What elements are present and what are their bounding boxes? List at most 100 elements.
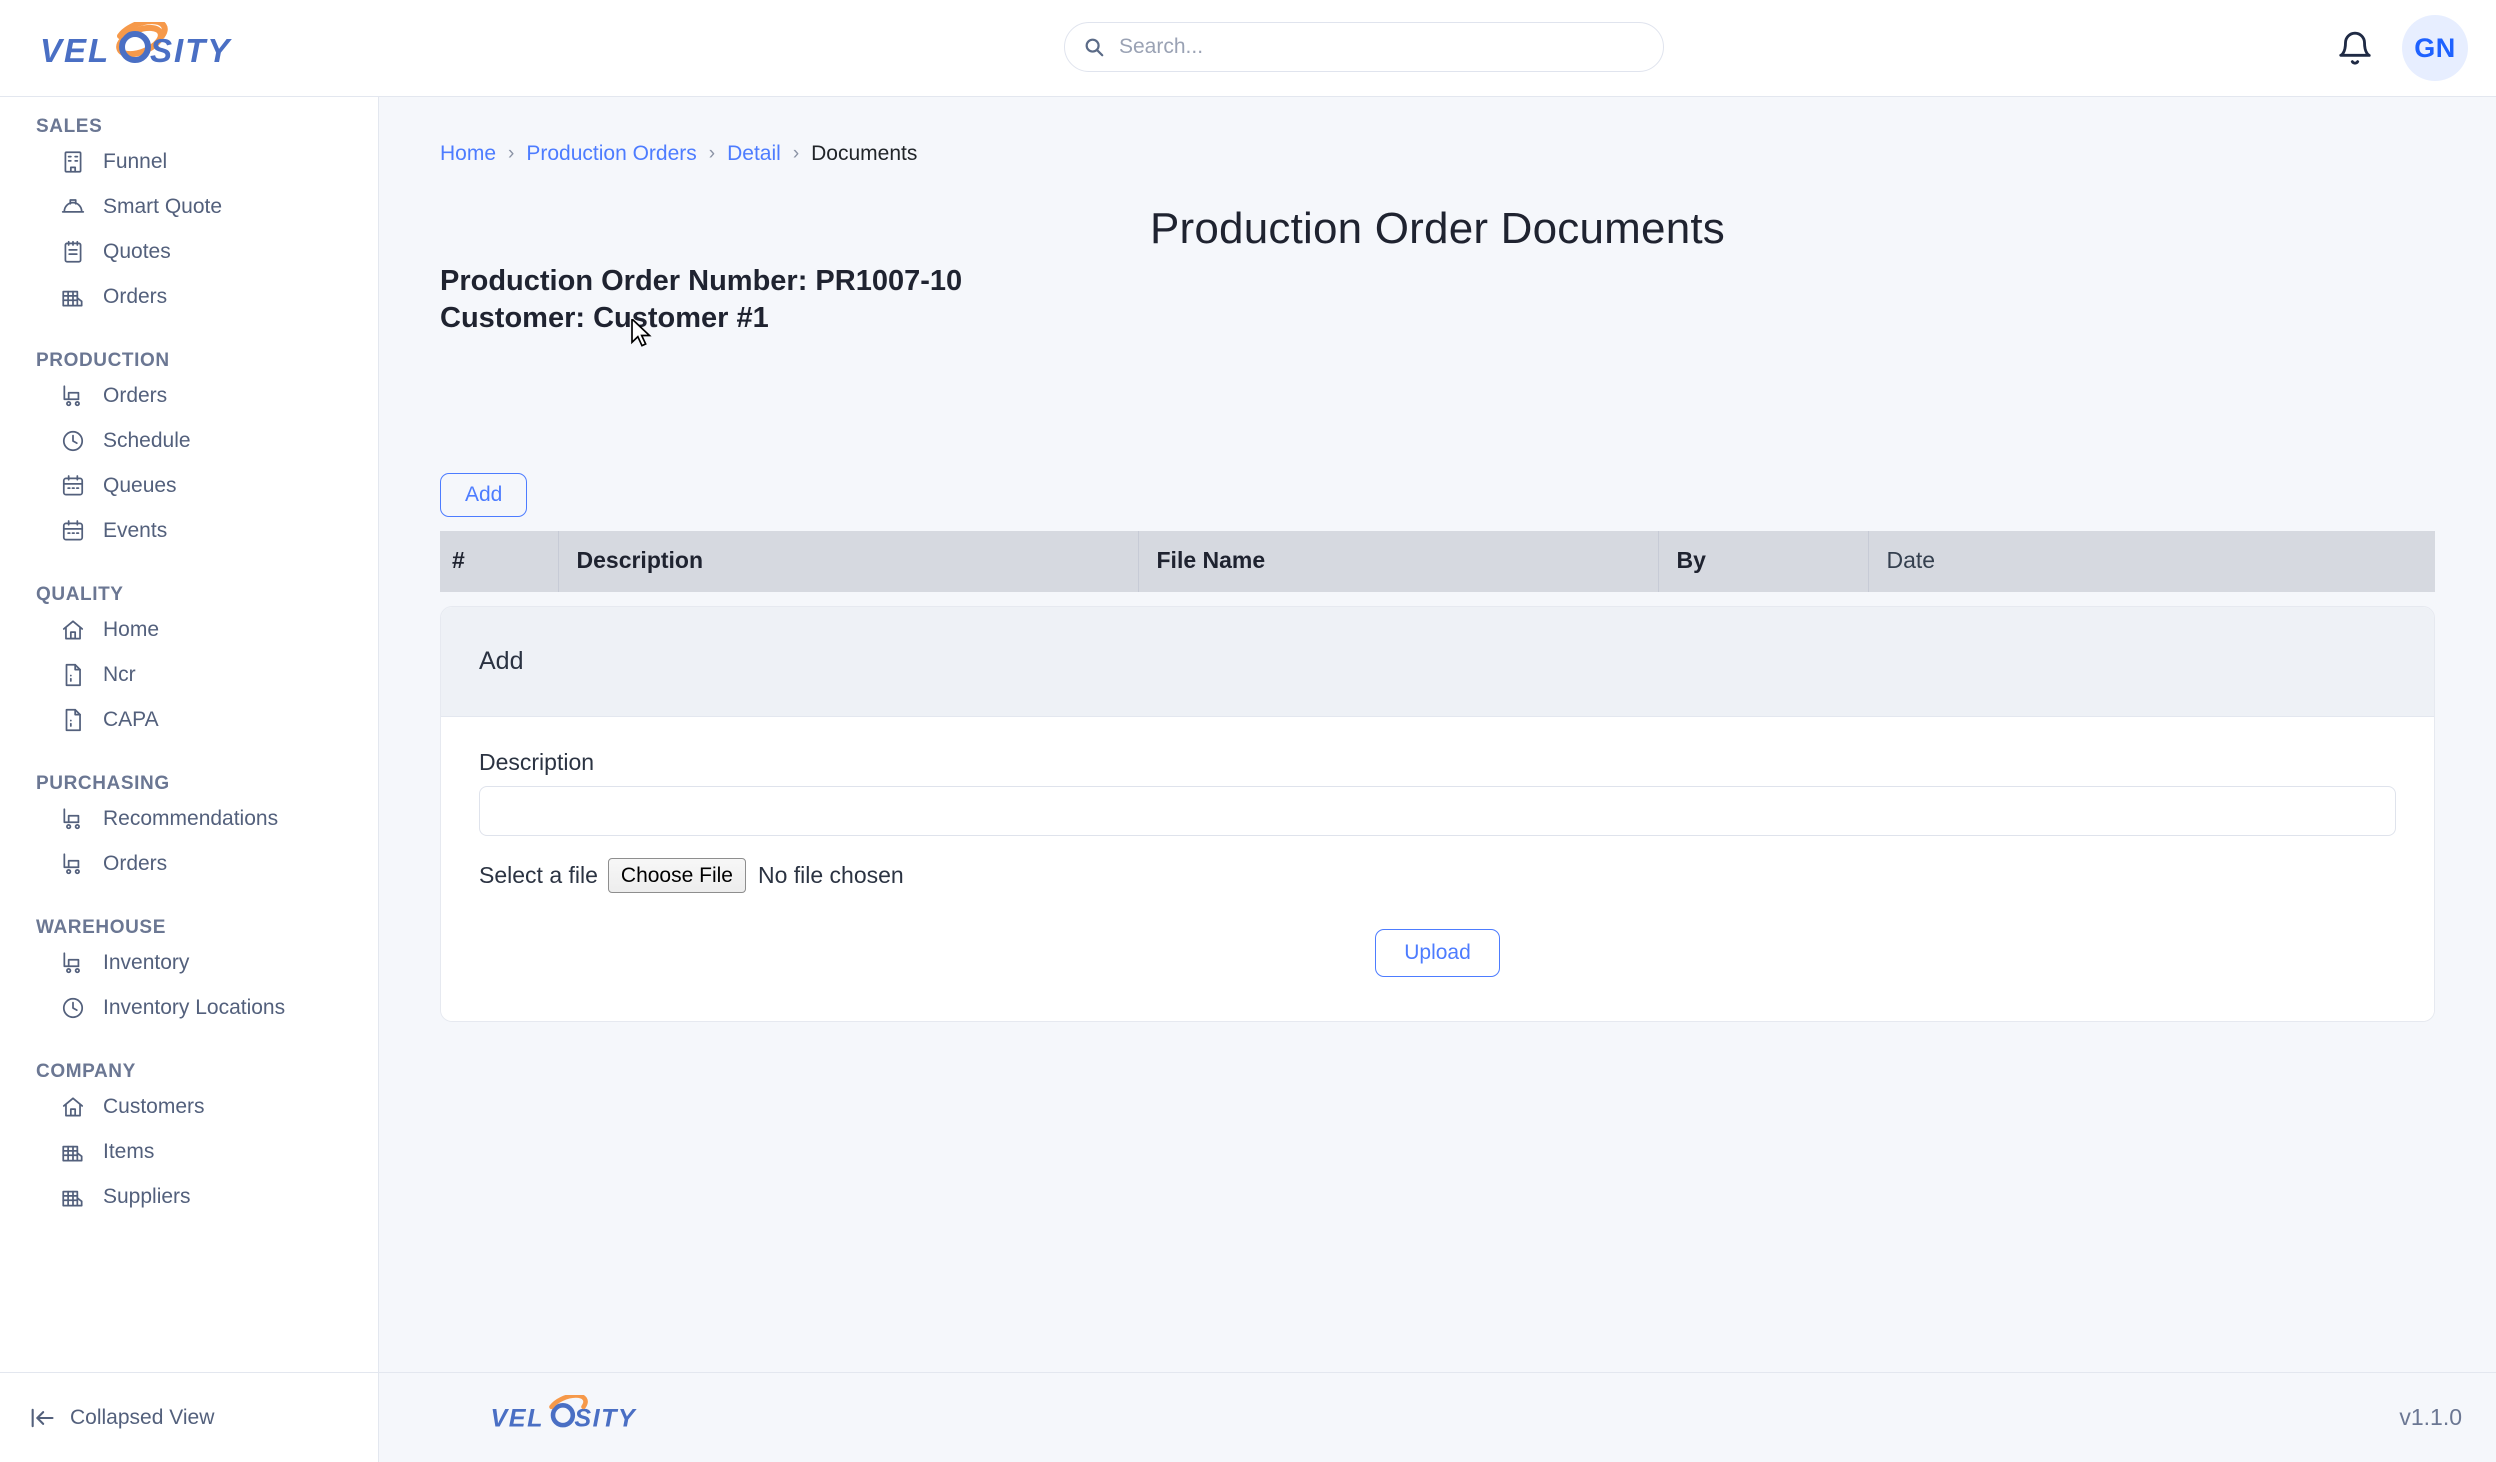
sidebar-group-warehouse: WAREHOUSE Inventory Inventory Locations [0,916,378,1030]
search-icon [1085,38,1104,57]
sidebar-section-title: SALES [36,116,103,137]
sidebar-section-title: WAREHOUSE [36,917,166,938]
column-header-description[interactable]: Description [558,531,1139,592]
sidebar-item-recommendations[interactable]: Recommendations [0,796,378,841]
sidebar-item-label: Customers [103,1095,205,1118]
calendar-icon [62,474,84,496]
sidebar-collapse-toggle[interactable]: Collapsed View [0,1372,379,1462]
sidebar-groups: SALES Funnel Smart Quote Quotes Orders PRODUC… [0,115,378,1219]
sidebar-item-label: Schedule [103,429,191,452]
sidebar-item-inventory-locations[interactable]: Inventory Locations [0,985,378,1030]
trolley-icon [63,807,80,829]
footer-velosity-logo-icon: VEL SITY [491,1395,635,1433]
collapse-left-icon [31,1408,54,1427]
column-header-file-name[interactable]: File Name [1138,531,1659,592]
sidebar-item-customers[interactable]: Customers [0,1084,378,1129]
sidebar-item-orders[interactable]: Orders [0,841,378,886]
sidebar-item-label: Orders [103,852,168,875]
sidebar-section-title: COMPANY [36,1061,136,1082]
add-document-card: Add Description Select a file Choose Fil… [440,606,2435,1023]
sidebar-item-inventory[interactable]: Inventory [0,940,378,985]
sidebar-group-quality: QUALITY Home Ncr CAPA [0,583,378,742]
factory-icon [62,1145,83,1162]
description-label: Description [479,749,595,775]
column-header-by[interactable]: By [1658,531,1869,592]
search-input[interactable] [1117,34,1645,60]
sidebar-section-title: QUALITY [36,584,124,605]
home-icon [62,619,84,640]
sidebar-item-label: Recommendations [103,807,279,830]
sidebar-item-suppliers[interactable]: Suppliers [0,1174,378,1219]
add-card-header: Add [441,607,2434,717]
sidebar-section-title: PURCHASING [36,773,170,794]
upload-button[interactable]: Upload [1375,929,1500,978]
breadcrumb-item-production-orders[interactable]: Production Orders [526,142,696,166]
table-header-row: # Description File Name By Date [440,531,2435,592]
breadcrumb-item-detail[interactable]: Detail [727,142,781,166]
sidebar: SALES Funnel Smart Quote Quotes Orders PRODUC… [0,97,379,1372]
sidebar-item-label: Events [103,519,168,542]
sidebar-item-orders[interactable]: Orders [0,274,378,319]
sidebar-item-label: Suppliers [103,1185,191,1208]
sidebar-item-capa[interactable]: CAPA [0,697,378,742]
sidebar-item-label: Inventory Locations [103,996,286,1019]
file-text-icon [65,708,81,731]
sidebar-item-items[interactable]: Items [0,1129,378,1174]
sidebar-item-orders[interactable]: Orders [0,373,378,418]
clipboard-icon [64,240,82,263]
customer-name: Customer: Customer #1 [440,302,769,335]
sidebar-item-label: Queues [103,474,177,497]
breadcrumb-item-documents: Documents [811,142,918,165]
bell-icon[interactable] [2336,30,2374,68]
column-header-date[interactable]: Date [1868,531,2435,592]
breadcrumb: Home › Production Orders › Detail › Documents [440,142,917,166]
sidebar-item-label: Ncr [103,663,136,686]
search-box[interactable] [1064,22,1664,72]
hard-hat-icon [61,198,85,213]
sidebar-group-company: COMPANY Customers Items Suppliers [0,1060,378,1219]
documents-table: # Description File Name By Date [440,531,2435,592]
sidebar-section-title: PRODUCTION [36,350,170,371]
svg-text:VEL: VEL [40,32,110,69]
file-status-text: No file chosen [757,862,904,889]
sidebar-item-ncr[interactable]: Ncr [0,652,378,697]
sidebar-item-label: Smart Quote [103,195,223,218]
sidebar-item-schedule[interactable]: Schedule [0,418,378,463]
collapse-label: Collapsed View [70,1405,215,1429]
factory-icon [62,1190,83,1207]
avatar[interactable]: GN [2402,15,2468,81]
breadcrumb-separator: › [508,143,515,164]
sidebar-item-queues[interactable]: Queues [0,463,378,508]
clock-icon [62,430,84,451]
trolley-icon [63,852,80,874]
sidebar-item-label: Orders [103,285,168,308]
upload-row: Upload [479,929,2396,978]
order-summary: Production Order Number: PR1007-10 Custo… [440,263,962,337]
sidebar-item-label: Inventory [103,951,190,974]
breadcrumb-separator: › [708,143,716,164]
velosity-logo-icon: VEL SITY [40,22,230,69]
add-button[interactable]: Add [440,473,528,517]
breadcrumb-item-home[interactable]: Home [440,142,496,166]
factory-icon [62,290,83,307]
sidebar-item-label: Quotes [103,240,171,263]
sidebar-item-label: Orders [103,384,168,407]
choose-file-button[interactable]: Choose File [607,858,746,894]
sidebar-item-quotes[interactable]: Quotes [0,229,378,274]
column-header-number[interactable]: # [440,531,559,592]
sidebar-item-events[interactable]: Events [0,508,378,553]
sidebar-item-label: CAPA [103,708,159,731]
sidebar-item-funnel[interactable]: Funnel [0,139,378,184]
add-card-body: Description Select a file Choose File No… [441,717,2434,1022]
description-input[interactable] [479,786,2396,836]
page-footer: VEL SITY v1.1.0 [379,1372,2496,1462]
sidebar-group-sales: SALES Funnel Smart Quote Quotes Orders [0,115,378,319]
sidebar-group-purchasing: PURCHASING Recommendations Orders [0,772,378,886]
app-logo[interactable]: VEL SITY [38,22,248,74]
sidebar-item-home[interactable]: Home [0,607,378,652]
sidebar-item-label: Funnel [103,150,168,173]
sidebar-item-label: Items [103,1140,155,1163]
svg-text:VEL: VEL [491,1405,544,1433]
file-text-icon [65,663,81,686]
sidebar-item-smart-quote[interactable]: Smart Quote [0,184,378,229]
